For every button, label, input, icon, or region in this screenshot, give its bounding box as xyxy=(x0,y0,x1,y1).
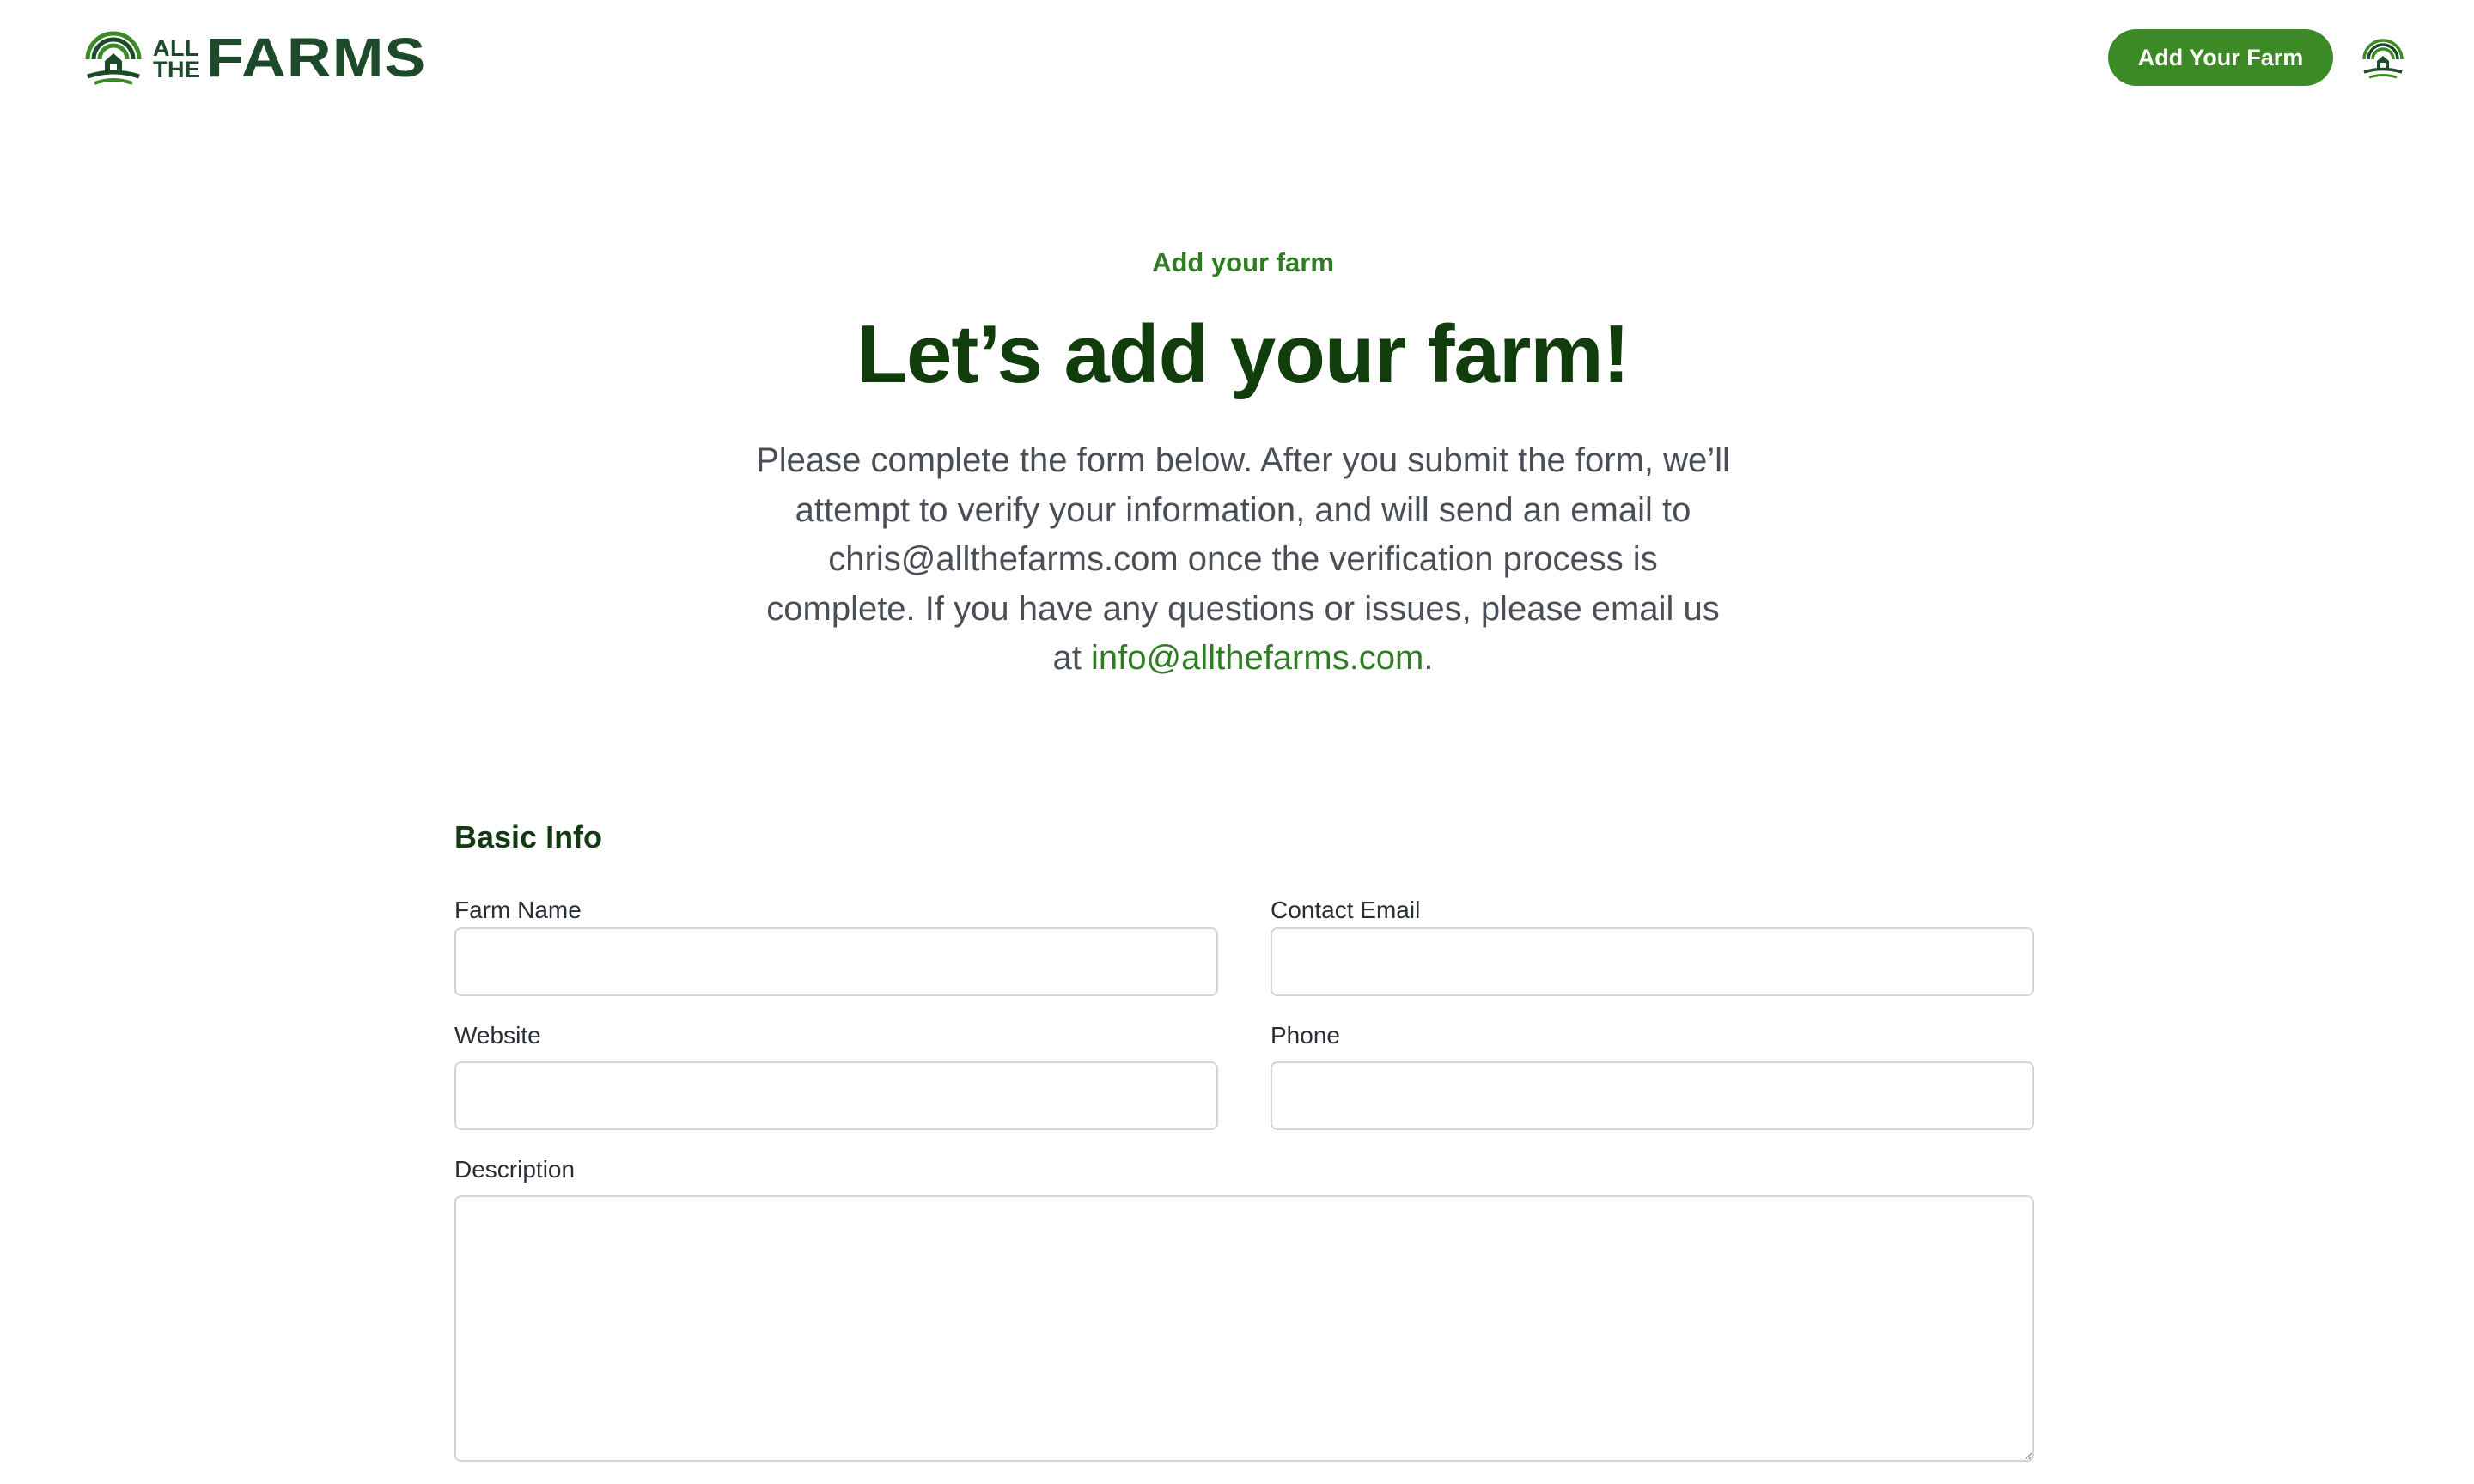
phone-label: Phone xyxy=(1271,1022,1340,1049)
farm-name-input[interactable] xyxy=(454,928,1218,996)
logo-word-farms: FARMS xyxy=(205,27,426,88)
website-input[interactable] xyxy=(454,1061,1218,1130)
website-label: Website xyxy=(454,1022,541,1049)
logo-small-words: ALL THE xyxy=(153,37,201,82)
description-label: Description xyxy=(454,1156,576,1183)
contact-email-input[interactable] xyxy=(1271,928,2034,996)
section-title-basic-info: Basic Info xyxy=(454,819,603,855)
barn-logo-icon xyxy=(2362,39,2404,79)
logo-word-the: THE xyxy=(153,57,201,82)
contact-email-label: Contact Email xyxy=(1271,897,1421,923)
site-logo[interactable]: ALL THE FARMS xyxy=(82,26,425,89)
farm-name-label: Farm Name xyxy=(454,897,582,923)
logo-wordmark: ALL THE FARMS xyxy=(153,30,425,85)
add-your-farm-button[interactable]: Add Your Farm xyxy=(2108,29,2333,86)
phone-input[interactable] xyxy=(1271,1061,2034,1130)
barn-logo-icon xyxy=(85,31,142,85)
support-email-link[interactable]: info@allthefarms.com xyxy=(1091,639,1423,677)
site-header: ALL THE FARMS Add Your Farm xyxy=(0,0,2474,115)
intro-end: . xyxy=(1423,639,1434,677)
page-title: Let’s add your farm! xyxy=(856,308,1630,400)
description-textarea[interactable] xyxy=(454,1195,2034,1462)
page-eyebrow: Add your farm xyxy=(1152,247,1334,277)
intro-paragraph: Please complete the form below. After yo… xyxy=(756,436,1730,684)
user-avatar[interactable] xyxy=(2361,35,2405,80)
